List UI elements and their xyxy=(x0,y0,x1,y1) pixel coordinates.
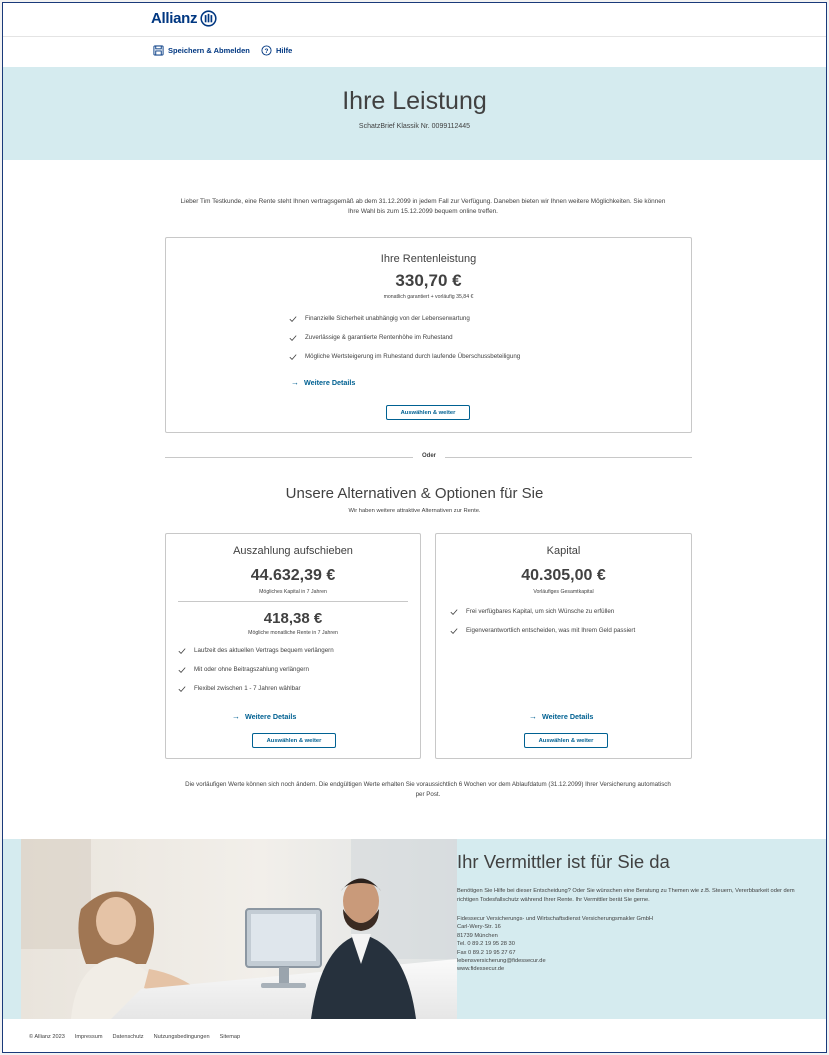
capital-select-button[interactable]: Auswählen & weiter xyxy=(524,733,608,748)
city: 81739 München xyxy=(457,932,498,939)
list-item: Flexibel zwischen 1 - 7 Jahren wählbar xyxy=(178,679,334,698)
alternatives-subtitle: Wir haben weitere attraktive Alternative… xyxy=(348,508,481,514)
action-bar: Speichern & Abmelden ? Hilfe xyxy=(3,38,826,66)
feature-text: Mit oder ohne Beitragszahlung verlängern xyxy=(194,666,309,673)
arrow-right-icon: → xyxy=(232,712,240,721)
defer-pension-note: Mögliche monatliche Rente in 7 Jahren xyxy=(248,630,338,636)
capital-title: Kapital xyxy=(546,545,581,557)
intro-text: Lieber Tim Testkunde, eine Rente steht I… xyxy=(180,198,666,215)
list-item: Mögliche Wertsteigerung im Ruhestand dur… xyxy=(289,347,520,366)
feature-text: Laufzeit des aktuellen Vertrags bequem v… xyxy=(194,647,334,654)
copyright: © Allianz 2023 xyxy=(29,1034,65,1040)
list-item: Frei verfügbares Kapital, um sich Wünsch… xyxy=(450,602,635,621)
logo-text: Allianz xyxy=(151,10,198,27)
defer-details-link[interactable]: → Weitere Details xyxy=(232,712,296,721)
feature-text: Frei verfügbares Kapital, um sich Wünsch… xyxy=(466,608,615,615)
footer: © Allianz 2023 Impressum Datenschutz Nut… xyxy=(3,1020,826,1052)
defer-pension-amount: 418,38 € xyxy=(263,610,323,627)
list-item: Laufzeit des aktuellen Vertrags bequem v… xyxy=(178,641,334,660)
separator-line-right xyxy=(445,457,692,458)
capital-amount: 40.305,00 € xyxy=(521,567,606,584)
feature-text: Eigenverantwortlich entscheiden, was mit… xyxy=(466,627,636,634)
check-icon xyxy=(289,353,297,360)
page-title: Ihre Leistung xyxy=(342,87,487,115)
card-divider xyxy=(178,601,408,602)
list-item: Zuverlässige & garantierte Rentenhöhe im… xyxy=(289,328,520,347)
defer-title: Auszahlung aufschieben xyxy=(233,545,353,557)
pension-note: monatlich garantiert + vorläufig 35,84 € xyxy=(383,294,474,300)
check-icon xyxy=(289,334,297,341)
pension-amount: 330,70 € xyxy=(395,271,462,290)
save-icon xyxy=(153,45,164,56)
svg-text:?: ? xyxy=(265,48,269,55)
defer-capital-amount: 44.632,39 € xyxy=(250,567,336,584)
defer-card: Auszahlung aufschieben 44.632,39 € Mögli… xyxy=(165,533,421,759)
pension-card: Ihre Rentenleistung 330,70 € monatlich g… xyxy=(165,237,692,433)
page: Allianz Speichern & Abmelden ? Hilfe Ihr… xyxy=(2,2,827,1053)
help-label: Hilfe xyxy=(276,46,293,55)
footnote: Die vorläufigen Werte können sich noch ä… xyxy=(185,781,671,798)
pension-select-button[interactable]: Auswählen & weiter xyxy=(386,405,470,420)
defer-select-button[interactable]: Auswählen & weiter xyxy=(252,733,336,748)
feature-text: Finanzielle Sicherheit unabhängig von de… xyxy=(305,315,470,322)
consultant-title: Ihr Vermittler ist für Sie da xyxy=(457,851,670,872)
defer-feature-list: Laufzeit des aktuellen Vertrags bequem v… xyxy=(178,641,334,698)
allianz-eagle-icon xyxy=(200,10,217,27)
footer-link-impressum[interactable]: Impressum xyxy=(75,1034,103,1040)
pension-feature-list: Finanzielle Sicherheit unabhängig von de… xyxy=(289,309,520,366)
consultation-photo-illustration xyxy=(21,839,457,1019)
hero-banner: Ihre Leistung SchatzBrief Klassik Nr. 00… xyxy=(3,67,826,160)
capital-details-link[interactable]: → Weitere Details xyxy=(529,712,593,721)
arrow-right-icon: → xyxy=(529,712,537,721)
capital-card: Kapital 40.305,00 € Vorläufiges Gesamtka… xyxy=(435,533,692,759)
separator-label: Oder xyxy=(421,453,436,459)
defer-capital-note: Mögliches Kapital in 7 Jahren xyxy=(259,589,327,595)
capital-note: Vorläufiges Gesamtkapital xyxy=(533,589,594,595)
street: Carl-Wery-Str. 16 xyxy=(457,924,501,931)
separator-line-left xyxy=(165,457,413,458)
fax: Fax 0 89.2 19 95 27 67 xyxy=(457,949,516,956)
check-icon xyxy=(289,315,297,322)
arrow-right-icon: → xyxy=(291,378,299,387)
check-icon xyxy=(450,627,458,634)
top-bar: Allianz xyxy=(3,3,826,37)
list-item: Finanzielle Sicherheit unabhängig von de… xyxy=(289,309,520,328)
list-item: Eigenverantwortlich entscheiden, was mit… xyxy=(450,621,635,640)
feature-text: Zuverlässige & garantierte Rentenhöhe im… xyxy=(305,334,453,341)
consultant-info: Ihr Vermittler ist für Sie da Benötigen … xyxy=(457,839,826,1019)
check-icon xyxy=(178,685,186,692)
consultant-address: Fidessecur Versicherungs- und Wirtschaft… xyxy=(457,915,653,974)
feature-text: Flexibel zwischen 1 - 7 Jahren wählbar xyxy=(194,685,301,692)
allianz-logo[interactable]: Allianz xyxy=(151,10,217,27)
details-label: Weitere Details xyxy=(542,712,594,721)
company-name: Fidessecur Versicherungs- und Wirtschaft… xyxy=(457,916,653,922)
help-button[interactable]: ? Hilfe xyxy=(261,45,292,56)
help-icon: ? xyxy=(261,45,272,56)
alternatives-title: Unsere Alternativen & Optionen für Sie xyxy=(285,485,544,502)
pension-details-link[interactable]: → Weitere Details xyxy=(291,378,355,387)
pension-title: Ihre Rentenleistung xyxy=(380,253,477,265)
footer-link-datenschutz[interactable]: Datenschutz xyxy=(113,1034,144,1040)
check-icon xyxy=(178,666,186,673)
check-icon xyxy=(178,647,186,654)
footer-link-nutzungsbedingungen[interactable]: Nutzungsbedingungen xyxy=(154,1034,210,1040)
footer-link-sitemap[interactable]: Sitemap xyxy=(220,1034,241,1040)
phone: Tel. 0 89.2 19 95 28 30 xyxy=(457,941,515,948)
consultant-lead: Benötigen Sie Hilfe bei dieser Entscheid… xyxy=(457,888,795,903)
feature-text: Mögliche Wertsteigerung im Ruhestand dur… xyxy=(305,353,521,360)
save-logout-button[interactable]: Speichern & Abmelden xyxy=(153,45,250,56)
details-label: Weitere Details xyxy=(245,712,297,721)
contract-number: SchatzBrief Klassik Nr. 0099112445 xyxy=(358,123,471,130)
capital-feature-list: Frei verfügbares Kapital, um sich Wünsch… xyxy=(450,602,635,640)
details-label: Weitere Details xyxy=(304,378,356,387)
list-item: Mit oder ohne Beitragszahlung verlängern xyxy=(178,660,334,679)
save-logout-label: Speichern & Abmelden xyxy=(168,46,250,55)
consultation-photo xyxy=(21,839,457,1019)
check-icon xyxy=(450,608,458,615)
email-link[interactable]: lebensversicherung@fidessecur.de xyxy=(457,957,653,965)
website-link[interactable]: www.fidessecur.de xyxy=(457,965,653,973)
footer-links: © Allianz 2023 Impressum Datenschutz Nut… xyxy=(29,1034,240,1040)
